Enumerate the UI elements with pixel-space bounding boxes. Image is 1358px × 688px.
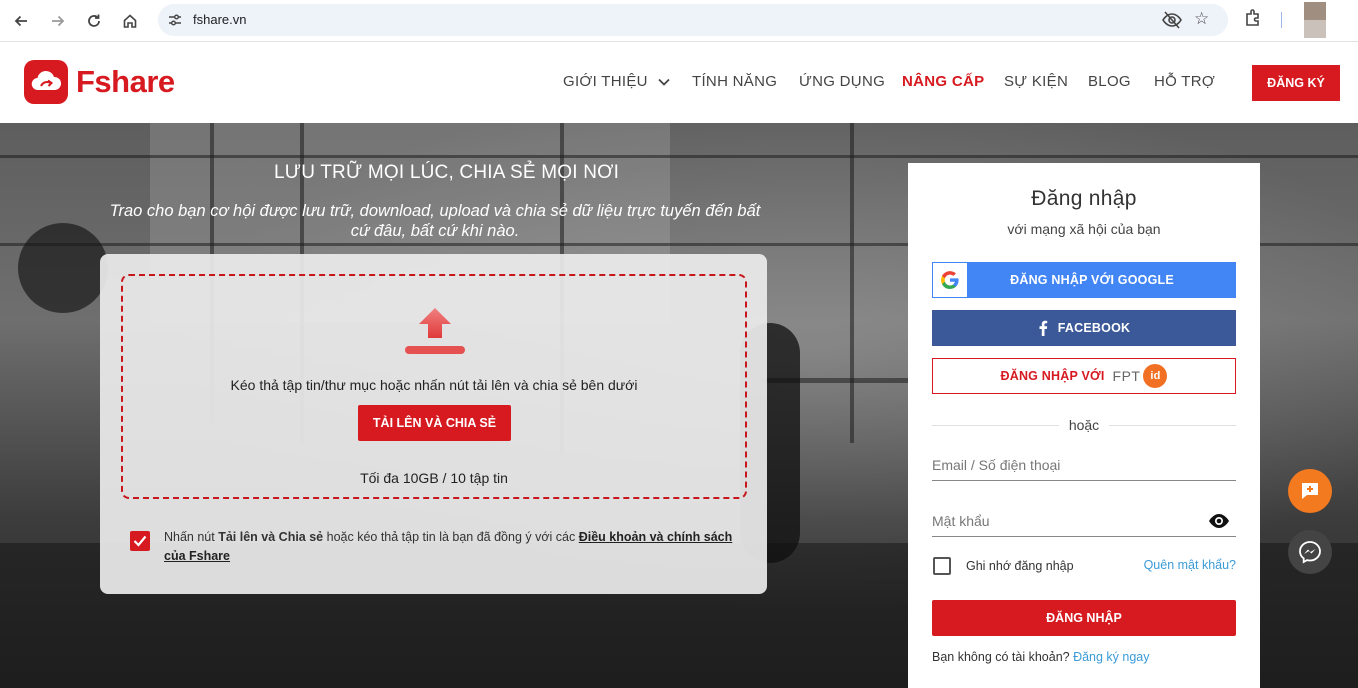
google-login-button[interactable]: ĐĂNG NHẬP VỚI GOOGLE xyxy=(932,262,1236,298)
chevron-down-icon xyxy=(658,78,670,86)
remember-label: Ghi nhớ đăng nhập xyxy=(966,559,1074,573)
facebook-login-label: FACEBOOK xyxy=(1057,321,1131,335)
nav-su-kien[interactable]: SỰ KIỆN xyxy=(1004,73,1068,90)
terms-middle: hoặc kéo thả tập tin là bạn đã đồng ý vớ… xyxy=(323,530,579,544)
profile-avatar[interactable] xyxy=(1304,2,1326,38)
signup-prompt-text: Bạn không có tài khoản? xyxy=(932,650,1074,664)
eye-off-icon[interactable] xyxy=(1162,11,1182,29)
brand-name: Fshare xyxy=(76,64,175,99)
fpt-id-logo: FPT id xyxy=(1113,364,1168,388)
nav-ho-tro[interactable]: HỖ TRỢ xyxy=(1154,73,1215,90)
address-bar[interactable]: fshare.vn ☆ xyxy=(158,4,1228,36)
terms-checkbox[interactable] xyxy=(130,531,150,551)
email-placeholder: Email / Số điện thoại xyxy=(932,457,1061,473)
cloud-icon xyxy=(24,60,68,104)
remember-checkbox[interactable] xyxy=(933,557,951,575)
extensions-icon[interactable] xyxy=(1243,8,1263,28)
fshare-logo[interactable]: Fshare xyxy=(24,60,175,104)
drop-zone[interactable]: Kéo thả tập tin/thư mục hoặc nhấn nút tả… xyxy=(121,274,747,499)
terms-bold: Tải lên và Chia sẻ xyxy=(218,530,324,544)
nav-gioi-thieu[interactable]: GIỚI THIỆU xyxy=(563,73,670,90)
forgot-password-link[interactable]: Quên mật khẩu? xyxy=(1144,558,1236,572)
chat-add-icon xyxy=(1302,483,1318,499)
messenger-icon xyxy=(1299,541,1321,564)
checkmark-icon xyxy=(133,535,147,547)
messenger-button[interactable] xyxy=(1288,530,1332,574)
hero-title: LƯU TRỮ MỌI LÚC, CHIA SẺ MỌI NƠI xyxy=(274,162,620,183)
site-header: Fshare GIỚI THIỆU TÍNH NĂNG ỨNG DỤNG NÂN… xyxy=(0,43,1358,123)
fpt-brand: FPT xyxy=(1112,368,1141,384)
divider-right xyxy=(1109,425,1236,426)
terms-text: Nhấn nút Tải lên và Chia sẻ hoặc kéo thả… xyxy=(164,528,744,566)
star-icon[interactable]: ☆ xyxy=(1194,9,1209,29)
google-login-label: ĐĂNG NHẬP VỚI GOOGLE xyxy=(1010,273,1174,287)
show-password-icon[interactable] xyxy=(1208,513,1230,529)
nav-label: GIỚI THIỆU xyxy=(563,73,648,90)
signup-prompt: Bạn không có tài khoản? Đăng ký ngay xyxy=(932,650,1150,664)
upload-limit: Tối đa 10GB / 10 tập tin xyxy=(360,470,508,486)
nav-blog[interactable]: BLOG xyxy=(1088,73,1131,90)
signup-link[interactable]: Đăng ký ngay xyxy=(1073,650,1149,664)
browser-toolbar: fshare.vn ☆ xyxy=(0,0,1358,42)
facebook-icon xyxy=(1039,320,1047,336)
nav-ung-dung[interactable]: ỨNG DỤNG xyxy=(799,73,885,90)
register-button[interactable]: ĐĂNG KÝ xyxy=(1252,65,1340,101)
facebook-login-button[interactable]: FACEBOOK xyxy=(932,310,1236,346)
fpt-id-badge: id xyxy=(1143,364,1168,388)
chat-support-button[interactable] xyxy=(1288,469,1332,513)
forward-icon[interactable] xyxy=(45,8,71,34)
login-panel: Đăng nhập với mạng xã hội của bạn ĐĂNG N… xyxy=(908,163,1260,688)
upload-panel: Kéo thả tập tin/thư mục hoặc nhấn nút tả… xyxy=(100,254,767,594)
login-button[interactable]: ĐĂNG NHẬP xyxy=(932,600,1236,636)
reload-icon[interactable] xyxy=(81,8,107,34)
upload-share-button[interactable]: TẢI LÊN VÀ CHIA SẺ xyxy=(358,405,511,441)
toolbar-divider xyxy=(1281,12,1282,28)
background-frame xyxy=(850,123,854,443)
login-subtitle: với mạng xã hội của bạn xyxy=(1007,221,1161,237)
upload-icon xyxy=(405,308,465,354)
hero-section: LƯU TRỮ MỌI LÚC, CHIA SẺ MỌI NƠI Trao ch… xyxy=(0,123,1358,688)
nav-tinh-nang[interactable]: TÍNH NĂNG xyxy=(692,73,777,90)
password-field[interactable]: Mật khẩu xyxy=(932,507,1236,537)
hero-subtitle: Trao cho bạn cơ hội được lưu trữ, downlo… xyxy=(109,202,761,240)
background-plant xyxy=(18,223,108,313)
terms-prefix: Nhấn nút xyxy=(164,530,219,544)
home-icon[interactable] xyxy=(117,8,143,34)
fpt-login-button[interactable]: ĐĂNG NHẬP VỚI FPT id xyxy=(932,358,1236,394)
drop-instructions: Kéo thả tập tin/thư mục hoặc nhấn nút tả… xyxy=(230,377,638,393)
url-text[interactable]: fshare.vn xyxy=(193,12,246,27)
nav-nang-cap[interactable]: NÂNG CẤP xyxy=(902,73,984,90)
site-settings-icon[interactable] xyxy=(167,12,183,28)
password-placeholder: Mật khẩu xyxy=(932,513,990,529)
email-field[interactable]: Email / Số điện thoại xyxy=(932,451,1236,481)
google-icon xyxy=(933,263,967,297)
background-frame xyxy=(0,155,1358,158)
login-title: Đăng nhập xyxy=(1031,187,1137,210)
fpt-login-label: ĐĂNG NHẬP VỚI xyxy=(1000,369,1105,383)
back-icon[interactable] xyxy=(8,8,34,34)
